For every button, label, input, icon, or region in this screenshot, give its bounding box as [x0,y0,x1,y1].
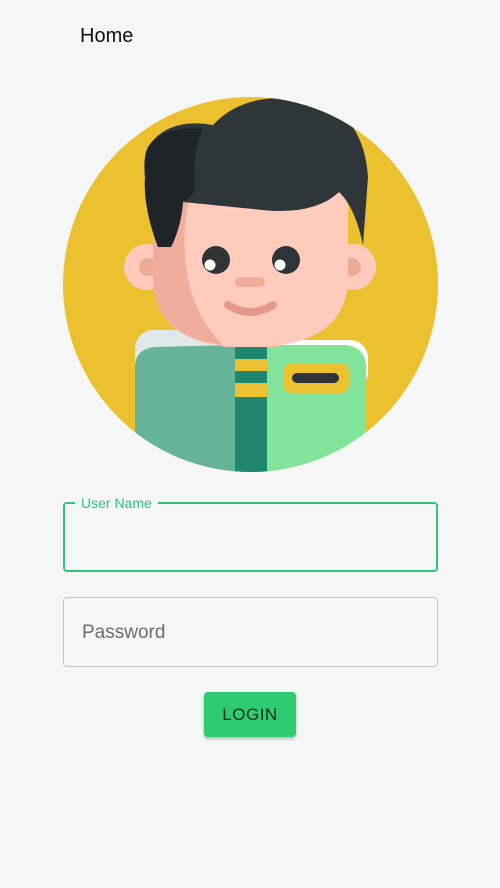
page-title: Home [80,25,134,47]
password-field[interactable] [63,597,438,667]
username-label: User Name [75,494,158,512]
login-button[interactable]: LOGIN [204,692,296,737]
login-page: Home User Name LOGIN [0,0,500,888]
username-field[interactable]: User Name [63,494,438,572]
password-input[interactable] [80,616,421,650]
user-avatar-icon [63,97,438,472]
username-input[interactable] [79,522,422,556]
